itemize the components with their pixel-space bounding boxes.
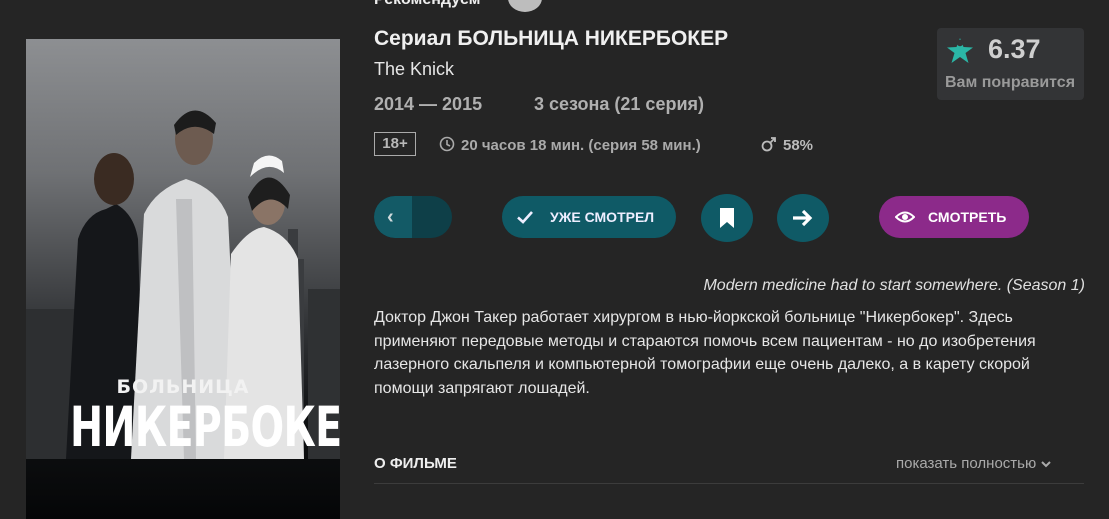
section-heading: Рекомендуем [374,0,481,9]
release-years: 2014 — 2015 [374,94,483,114]
already-watched-label: УЖЕ СМОТРЕЛ [550,209,655,225]
watch-label: СМОТРЕТЬ [928,209,1007,225]
description: Доктор Джон Такер работает хирургом в нь… [374,309,1036,397]
chevron-down-icon [1041,461,1052,468]
season-count: 3 сезона (21 серия) [534,94,705,114]
rating-box: 6.37 Вам понравится [937,28,1084,100]
bookmark-button[interactable] [701,194,753,242]
section-heading-toggle[interactable] [508,0,542,12]
male-icon [761,137,776,152]
show-more-label: показать полностью [896,455,1037,472]
check-icon [517,211,533,224]
rating-value: 6.37 [988,34,1041,64]
male-audience-percent: 58% [783,137,814,154]
poster-image: БОЛЬНИЦА НИКЕРБОКЕР [26,39,340,519]
star-person-icon [947,38,973,63]
page-title: Сериал БОЛЬНИЦА НИКЕРБОКЕР [374,27,729,50]
section-divider [374,483,1084,484]
show-more-link[interactable]: показать полностью [896,455,1052,472]
rating-hint: Вам понравится [945,74,1076,91]
original-title: The Knick [374,59,455,79]
arrow-right-icon [793,209,813,227]
watch-button[interactable]: СМОТРЕТЬ [879,196,1029,238]
already-watched-button[interactable]: УЖЕ СМОТРЕЛ [502,196,676,238]
share-button[interactable] [777,194,829,242]
tagline: Modern medicine had to start somewhere. … [703,277,1085,294]
chevron-left-icon: ‹ [387,206,394,228]
clock-icon [439,136,455,152]
duration-text: 20 часов 18 мин. (серия 58 мин.) [461,137,701,154]
bookmark-icon [720,208,734,228]
about-heading: О ФИЛЬМЕ [374,455,457,472]
eye-icon [895,211,915,223]
poster-title-big: НИКЕРБОКЕР [69,395,340,459]
prev-button[interactable]: ‹ [374,196,452,238]
age-rating-badge: 18+ [374,132,416,156]
